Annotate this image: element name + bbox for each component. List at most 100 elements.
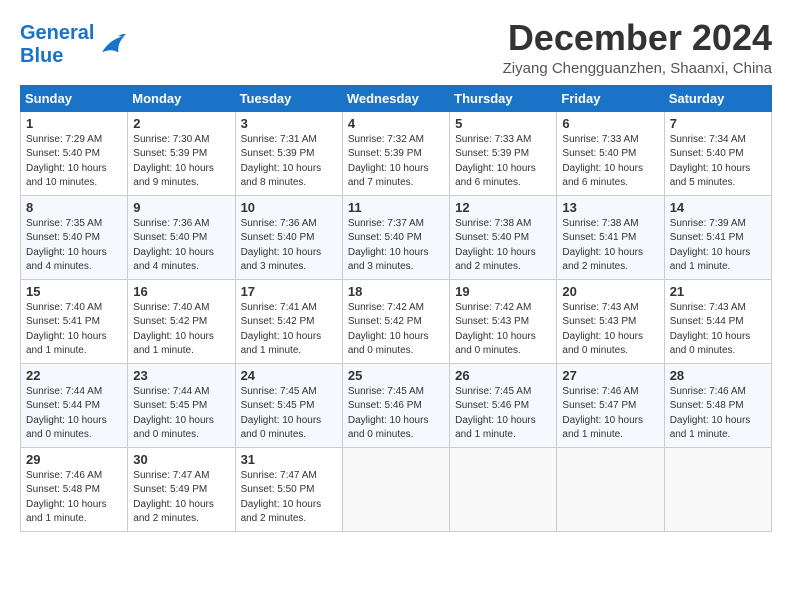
day-info: Sunrise: 7:46 AM Sunset: 5:48 PM Dayligh… (26, 469, 122, 527)
day-info: Sunrise: 7:45 AM Sunset: 5:45 PM Dayligh… (241, 385, 337, 443)
calendar-cell: 9Sunrise: 7:36 AM Sunset: 5:40 PM Daylig… (128, 195, 235, 279)
calendar-cell: 2 Sunrise: 7:30 AM Sunset: 5:39 PM Daylig… (128, 111, 235, 195)
header: General Blue December 2024 Ziyang Chengg… (20, 18, 772, 77)
day-info: Sunrise: 7:36 AM Sunset: 5:40 PM Dayligh… (241, 217, 337, 275)
logo: General Blue (20, 22, 126, 68)
calendar-cell (450, 447, 557, 531)
week-row-4: 22 Sunrise: 7:44 AM Sunset: 5:44 PM Dayli… (21, 363, 772, 447)
calendar-cell (342, 447, 449, 531)
col-friday: Friday (557, 85, 664, 111)
calendar-cell: 6 Sunrise: 7:33 AM Sunset: 5:40 PM Daylig… (557, 111, 664, 195)
day-info: Sunrise: 7:38 AM Sunset: 5:41 PM Dayligh… (562, 217, 658, 275)
calendar-cell: 27 Sunrise: 7:46 AM Sunset: 5:47 PM Dayli… (557, 363, 664, 447)
day-number: 28 (670, 368, 766, 383)
calendar-cell: 20Sunrise: 7:43 AM Sunset: 5:43 PM Dayli… (557, 279, 664, 363)
col-wednesday: Wednesday (342, 85, 449, 111)
calendar-cell: 7 Sunrise: 7:34 AM Sunset: 5:40 PM Daylig… (664, 111, 771, 195)
day-number: 10 (241, 200, 337, 215)
calendar-table: Sunday Monday Tuesday Wednesday Thursday… (20, 85, 772, 532)
day-info: Sunrise: 7:34 AM Sunset: 5:40 PM Dayligh… (670, 133, 766, 191)
week-row-1: 1 Sunrise: 7:29 AM Sunset: 5:40 PM Daylig… (21, 111, 772, 195)
calendar-cell: 5 Sunrise: 7:33 AM Sunset: 5:39 PM Daylig… (450, 111, 557, 195)
week-row-2: 8Sunrise: 7:35 AM Sunset: 5:40 PM Daylig… (21, 195, 772, 279)
day-number: 21 (670, 284, 766, 299)
day-info: Sunrise: 7:38 AM Sunset: 5:40 PM Dayligh… (455, 217, 551, 275)
calendar-cell: 1 Sunrise: 7:29 AM Sunset: 5:40 PM Daylig… (21, 111, 128, 195)
day-info: Sunrise: 7:44 AM Sunset: 5:44 PM Dayligh… (26, 385, 122, 443)
day-info: Sunrise: 7:47 AM Sunset: 5:50 PM Dayligh… (241, 469, 337, 527)
calendar-cell: 10 Sunrise: 7:36 AM Sunset: 5:40 PM Dayli… (235, 195, 342, 279)
day-info: Sunrise: 7:40 AM Sunset: 5:42 PM Dayligh… (133, 301, 229, 359)
day-info: Sunrise: 7:41 AM Sunset: 5:42 PM Dayligh… (241, 301, 337, 359)
location-subtitle: Ziyang Chengguanzhen, Shaanxi, China (503, 60, 772, 77)
day-info: Sunrise: 7:30 AM Sunset: 5:39 PM Dayligh… (133, 133, 229, 191)
day-number: 7 (670, 116, 766, 131)
logo-line1: General (20, 22, 94, 45)
day-number: 13 (562, 200, 658, 215)
day-number: 11 (348, 200, 444, 215)
calendar-cell: 25 Sunrise: 7:45 AM Sunset: 5:46 PM Dayli… (342, 363, 449, 447)
col-monday: Monday (128, 85, 235, 111)
day-number: 30 (133, 452, 229, 467)
calendar-cell: 21 Sunrise: 7:43 AM Sunset: 5:44 PM Dayli… (664, 279, 771, 363)
day-number: 3 (241, 116, 337, 131)
col-tuesday: Tuesday (235, 85, 342, 111)
day-info: Sunrise: 7:45 AM Sunset: 5:46 PM Dayligh… (348, 385, 444, 443)
calendar-cell: 17 Sunrise: 7:41 AM Sunset: 5:42 PM Dayli… (235, 279, 342, 363)
day-info: Sunrise: 7:39 AM Sunset: 5:41 PM Dayligh… (670, 217, 766, 275)
day-info: Sunrise: 7:43 AM Sunset: 5:44 PM Dayligh… (670, 301, 766, 359)
page: General Blue December 2024 Ziyang Chengg… (0, 0, 792, 542)
month-title: December 2024 (503, 18, 772, 58)
calendar-cell: 13 Sunrise: 7:38 AM Sunset: 5:41 PM Dayli… (557, 195, 664, 279)
day-number: 17 (241, 284, 337, 299)
day-number: 6 (562, 116, 658, 131)
calendar-cell: 26 Sunrise: 7:45 AM Sunset: 5:46 PM Dayli… (450, 363, 557, 447)
calendar-body: 1 Sunrise: 7:29 AM Sunset: 5:40 PM Daylig… (21, 111, 772, 531)
title-block: December 2024 Ziyang Chengguanzhen, Shaa… (503, 18, 772, 77)
day-info: Sunrise: 7:42 AM Sunset: 5:43 PM Dayligh… (455, 301, 551, 359)
day-number: 23 (133, 368, 229, 383)
calendar-cell: 4Sunrise: 7:32 AM Sunset: 5:39 PM Daylig… (342, 111, 449, 195)
day-info: Sunrise: 7:33 AM Sunset: 5:40 PM Dayligh… (562, 133, 658, 191)
calendar-cell: 8Sunrise: 7:35 AM Sunset: 5:40 PM Daylig… (21, 195, 128, 279)
calendar-cell: 29 Sunrise: 7:46 AM Sunset: 5:48 PM Dayli… (21, 447, 128, 531)
day-number: 27 (562, 368, 658, 383)
day-number: 16 (133, 284, 229, 299)
calendar-cell: 15Sunrise: 7:40 AM Sunset: 5:41 PM Dayli… (21, 279, 128, 363)
day-number: 25 (348, 368, 444, 383)
calendar-header: Sunday Monday Tuesday Wednesday Thursday… (21, 85, 772, 111)
day-number: 14 (670, 200, 766, 215)
day-number: 26 (455, 368, 551, 383)
day-info: Sunrise: 7:46 AM Sunset: 5:48 PM Dayligh… (670, 385, 766, 443)
day-info: Sunrise: 7:29 AM Sunset: 5:40 PM Dayligh… (26, 133, 122, 191)
day-info: Sunrise: 7:37 AM Sunset: 5:40 PM Dayligh… (348, 217, 444, 275)
calendar-cell: 18Sunrise: 7:42 AM Sunset: 5:42 PM Dayli… (342, 279, 449, 363)
day-info: Sunrise: 7:43 AM Sunset: 5:43 PM Dayligh… (562, 301, 658, 359)
day-info: Sunrise: 7:47 AM Sunset: 5:49 PM Dayligh… (133, 469, 229, 527)
day-number: 29 (26, 452, 122, 467)
day-info: Sunrise: 7:42 AM Sunset: 5:42 PM Dayligh… (348, 301, 444, 359)
week-row-3: 15Sunrise: 7:40 AM Sunset: 5:41 PM Dayli… (21, 279, 772, 363)
day-info: Sunrise: 7:45 AM Sunset: 5:46 PM Dayligh… (455, 385, 551, 443)
calendar-cell: 19Sunrise: 7:42 AM Sunset: 5:43 PM Dayli… (450, 279, 557, 363)
calendar-cell: 12Sunrise: 7:38 AM Sunset: 5:40 PM Dayli… (450, 195, 557, 279)
day-number: 9 (133, 200, 229, 215)
day-number: 24 (241, 368, 337, 383)
col-thursday: Thursday (450, 85, 557, 111)
day-number: 2 (133, 116, 229, 131)
day-info: Sunrise: 7:44 AM Sunset: 5:45 PM Dayligh… (133, 385, 229, 443)
calendar-cell: 24 Sunrise: 7:45 AM Sunset: 5:45 PM Dayli… (235, 363, 342, 447)
calendar-cell: 22 Sunrise: 7:44 AM Sunset: 5:44 PM Dayli… (21, 363, 128, 447)
col-sunday: Sunday (21, 85, 128, 111)
calendar-cell: 30 Sunrise: 7:47 AM Sunset: 5:49 PM Dayli… (128, 447, 235, 531)
day-number: 8 (26, 200, 122, 215)
day-info: Sunrise: 7:46 AM Sunset: 5:47 PM Dayligh… (562, 385, 658, 443)
calendar-cell: 31Sunrise: 7:47 AM Sunset: 5:50 PM Dayli… (235, 447, 342, 531)
day-number: 1 (26, 116, 122, 131)
day-number: 22 (26, 368, 122, 383)
day-number: 15 (26, 284, 122, 299)
day-info: Sunrise: 7:33 AM Sunset: 5:39 PM Dayligh… (455, 133, 551, 191)
day-number: 5 (455, 116, 551, 131)
week-row-5: 29 Sunrise: 7:46 AM Sunset: 5:48 PM Dayli… (21, 447, 772, 531)
logo-line2: Blue (20, 45, 94, 68)
